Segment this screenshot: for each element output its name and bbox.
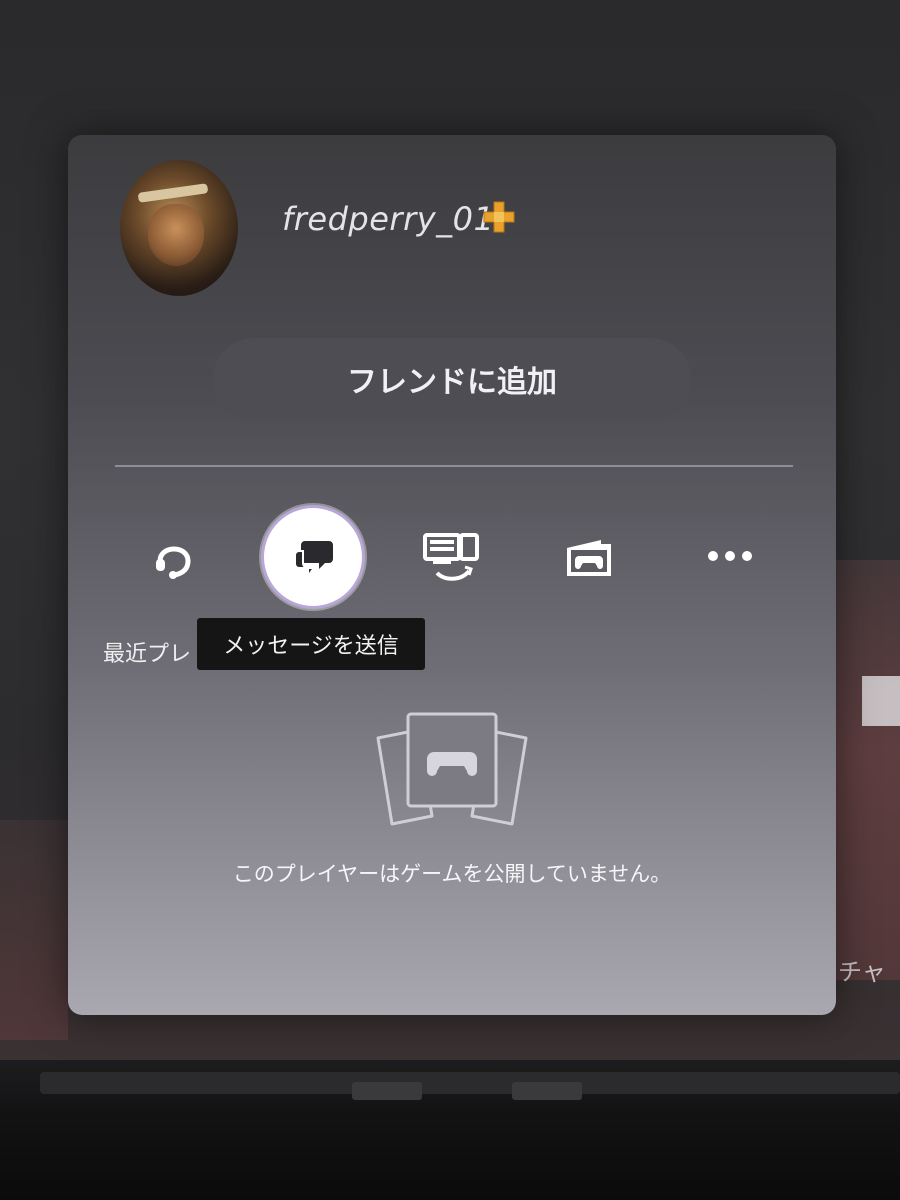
background-partial-text: チャ [838, 958, 886, 986]
headset-icon [156, 546, 191, 579]
add-friend-button[interactable]: フレンドに追加 [213, 338, 691, 420]
game-library-icon [376, 712, 528, 826]
game-card-button[interactable] [558, 528, 618, 588]
more-options-button[interactable] [698, 530, 762, 582]
no-games-message: このプレイヤーはゲームを公開していません。 [232, 862, 672, 886]
background-left-strip [0, 820, 68, 1040]
background-right-box [862, 676, 900, 726]
send-message-tooltip: メッセージを送信 [197, 618, 425, 670]
share-screen-icon [423, 533, 479, 581]
monitor-bezel-edge [40, 1072, 900, 1094]
game-card-icon [567, 540, 611, 576]
monitor-bezel-tab [512, 1082, 582, 1100]
avatar-headband [137, 183, 209, 203]
message-icon [294, 541, 333, 579]
avatar[interactable] [120, 160, 238, 296]
more-icon [708, 551, 752, 561]
recently-played-label: 最近プレ [103, 642, 192, 667]
voice-chat-button[interactable] [144, 528, 204, 588]
share-screen-button[interactable] [414, 526, 484, 590]
username: fredperry_01 [282, 200, 495, 238]
background-right-strip [836, 560, 900, 980]
divider [115, 465, 793, 467]
avatar-face [148, 204, 204, 266]
playstation-plus-icon [483, 201, 515, 233]
monitor-bezel-tab [352, 1082, 422, 1100]
send-message-button[interactable] [264, 508, 362, 606]
